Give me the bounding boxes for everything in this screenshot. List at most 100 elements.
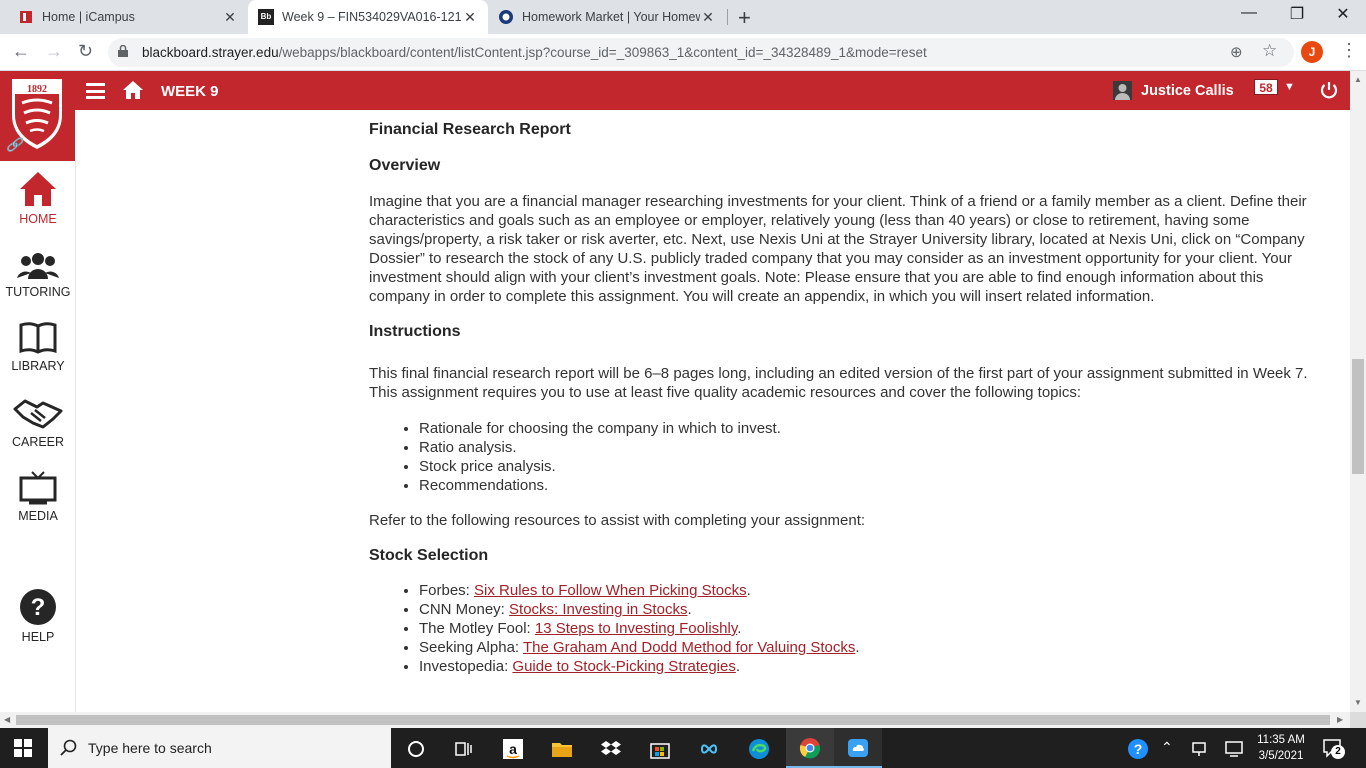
- sidebar-item-label: HELP: [21, 630, 55, 644]
- link-icon[interactable]: 🔗: [6, 137, 22, 153]
- user-silhouette-icon: [1115, 84, 1130, 100]
- open-book-icon: [19, 322, 57, 354]
- stock-selection-heading: Stock Selection: [369, 547, 489, 564]
- help-tray-icon[interactable]: ?: [1127, 738, 1149, 760]
- search-icon: [60, 739, 77, 756]
- vertical-scroll-thumb[interactable]: [1352, 359, 1364, 474]
- network-icon[interactable]: [1190, 740, 1208, 758]
- power-logout-icon[interactable]: [1318, 79, 1340, 101]
- restore-icon[interactable]: ❐: [1274, 4, 1320, 24]
- system-clock[interactable]: 11:35 AM 3/5/2021: [1253, 732, 1309, 764]
- list-item: The Motley Fool: 13 Steps to Investing F…: [419, 619, 1309, 638]
- dropbox-icon[interactable]: [600, 738, 622, 760]
- sidebar-item-career[interactable]: CAREER: [0, 397, 76, 449]
- sidebar-item-media[interactable]: MEDIA: [0, 471, 76, 523]
- university-logo[interactable]: 1892 🔗: [0, 71, 75, 161]
- new-tab-icon[interactable]: +: [738, 5, 751, 31]
- content-title: Financial Research Report: [369, 121, 571, 138]
- chrome-icon: [799, 738, 821, 759]
- sidebar-item-label: TUTORING: [5, 285, 71, 299]
- taskbar-search-input[interactable]: Type here to search: [48, 728, 391, 768]
- blackboard-favicon-icon: Bb: [258, 9, 274, 25]
- infinity-app-icon[interactable]: [698, 738, 720, 760]
- chrome-taskbar-active[interactable]: [786, 728, 834, 768]
- sidebar-item-label: LIBRARY: [11, 359, 65, 373]
- browser-toolbar: ← → ↻ blackboard.strayer.edu/webapps/bla…: [0, 34, 1366, 71]
- sidebar-item-label: CAREER: [11, 435, 65, 449]
- close-tab-icon[interactable]: ✕: [700, 9, 716, 26]
- list-item: Stock price analysis.: [419, 457, 1309, 476]
- svg-text:a: a: [509, 741, 517, 757]
- page-title: WEEK 9: [161, 83, 219, 100]
- task-view-icon[interactable]: [452, 738, 474, 760]
- url-host: blackboard.strayer.edu: [142, 45, 279, 60]
- sidebar-item-label: HOME: [19, 212, 57, 226]
- notification-count-badge: 2: [1331, 745, 1345, 759]
- action-center-icon[interactable]: 2: [1322, 737, 1345, 759]
- list-item: Investopedia: Guide to Stock-Picking Str…: [419, 657, 1309, 676]
- sidebar-item-help[interactable]: ? HELP: [0, 588, 76, 644]
- minimize-icon[interactable]: —: [1226, 4, 1272, 22]
- reload-icon[interactable]: ↻: [78, 41, 93, 62]
- cortana-icon[interactable]: [405, 738, 427, 760]
- resource-link-six-rules[interactable]: Six Rules to Follow When Picking Stocks: [474, 582, 747, 599]
- home-icon[interactable]: [122, 80, 144, 100]
- zoom-icon[interactable]: ⊕: [1230, 43, 1243, 61]
- content-area: Financial Research Report Overview Imagi…: [369, 110, 1309, 676]
- resource-link-stock-picking[interactable]: Guide to Stock-Picking Strategies: [512, 658, 735, 675]
- profile-avatar[interactable]: J: [1301, 41, 1323, 63]
- close-tab-icon[interactable]: ✕: [222, 9, 238, 26]
- sidebar-item-label: MEDIA: [18, 509, 58, 523]
- search-placeholder: Type here to search: [88, 740, 212, 756]
- user-name[interactable]: Justice Callis: [1141, 83, 1234, 99]
- close-tab-icon[interactable]: ✕: [462, 9, 478, 26]
- bookmark-star-icon[interactable]: ☆: [1262, 41, 1277, 61]
- help-question-icon: ?: [20, 589, 56, 625]
- windows-taskbar: Type here to search a ? ⌃ 11:35 AM 3/5/2…: [0, 728, 1366, 768]
- microsoft-store-icon[interactable]: [649, 738, 671, 760]
- tab-week-9[interactable]: Bb Week 9 – FIN534029VA016-1212 ✕: [248, 0, 488, 34]
- close-window-icon[interactable]: ✕: [1320, 4, 1366, 24]
- resource-source: The Motley Fool:: [419, 620, 535, 637]
- resource-link-graham-dodd[interactable]: The Graham And Dodd Method for Valuing S…: [523, 639, 855, 656]
- file-explorer-icon[interactable]: [551, 738, 573, 760]
- back-icon[interactable]: ←: [12, 41, 30, 62]
- edge-browser-icon[interactable]: [748, 738, 770, 760]
- vertical-scrollbar[interactable]: ▲ ▼: [1350, 71, 1366, 712]
- address-bar[interactable]: blackboard.strayer.edu/webapps/blackboar…: [108, 38, 1294, 67]
- icloud-taskbar[interactable]: [834, 728, 882, 768]
- scroll-down-arrow-icon[interactable]: ▼: [1354, 698, 1362, 707]
- amazon-icon[interactable]: a: [502, 738, 524, 760]
- forward-icon[interactable]: →: [45, 41, 63, 62]
- svg-text:?: ?: [31, 594, 46, 621]
- horizontal-scroll-thumb[interactable]: [16, 715, 1330, 725]
- windows-start-icon[interactable]: [14, 739, 32, 757]
- user-avatar[interactable]: [1113, 81, 1132, 100]
- tray-chevron-up-icon[interactable]: ⌃: [1161, 739, 1173, 756]
- sidebar-item-tutoring[interactable]: TUTORING: [0, 251, 76, 299]
- icloud-icon: [848, 739, 868, 757]
- resource-link-investing-in-stocks[interactable]: Stocks: Investing in Stocks: [509, 601, 687, 618]
- display-icon[interactable]: [1224, 740, 1244, 758]
- tab-homework-market[interactable]: Homework Market | Your Homew ✕: [488, 0, 726, 34]
- menu-hamburger-icon[interactable]: [86, 83, 105, 99]
- tab-title: Homework Market | Your Homew: [522, 10, 700, 24]
- resource-link-13-steps[interactable]: 13 Steps to Investing Foolishly: [535, 620, 737, 637]
- sidebar-item-library[interactable]: LIBRARY: [0, 321, 76, 373]
- sidebar-item-home[interactable]: HOME: [0, 170, 76, 226]
- horizontal-scrollbar[interactable]: ◀ ▶: [0, 712, 1350, 728]
- scroll-right-arrow-icon[interactable]: ▶: [1337, 715, 1343, 724]
- scroll-up-arrow-icon[interactable]: ▲: [1354, 75, 1362, 84]
- icampus-favicon-icon: [20, 11, 32, 23]
- list-item: Seeking Alpha: The Graham And Dodd Metho…: [419, 638, 1309, 657]
- resources-list: Forbes: Six Rules to Follow When Picking…: [419, 581, 1309, 676]
- resource-source: Seeking Alpha:: [419, 639, 523, 656]
- caret-down-icon[interactable]: ▼: [1284, 81, 1295, 93]
- svg-text:?: ?: [1134, 741, 1143, 757]
- tab-home-icampus[interactable]: Home | iCampus ✕: [8, 0, 248, 34]
- browser-menu-icon[interactable]: ⋮: [1340, 40, 1358, 61]
- resource-end: .: [855, 639, 860, 656]
- scroll-left-arrow-icon[interactable]: ◀: [4, 715, 10, 724]
- notification-badge[interactable]: 58: [1254, 79, 1278, 95]
- television-icon: [19, 471, 57, 505]
